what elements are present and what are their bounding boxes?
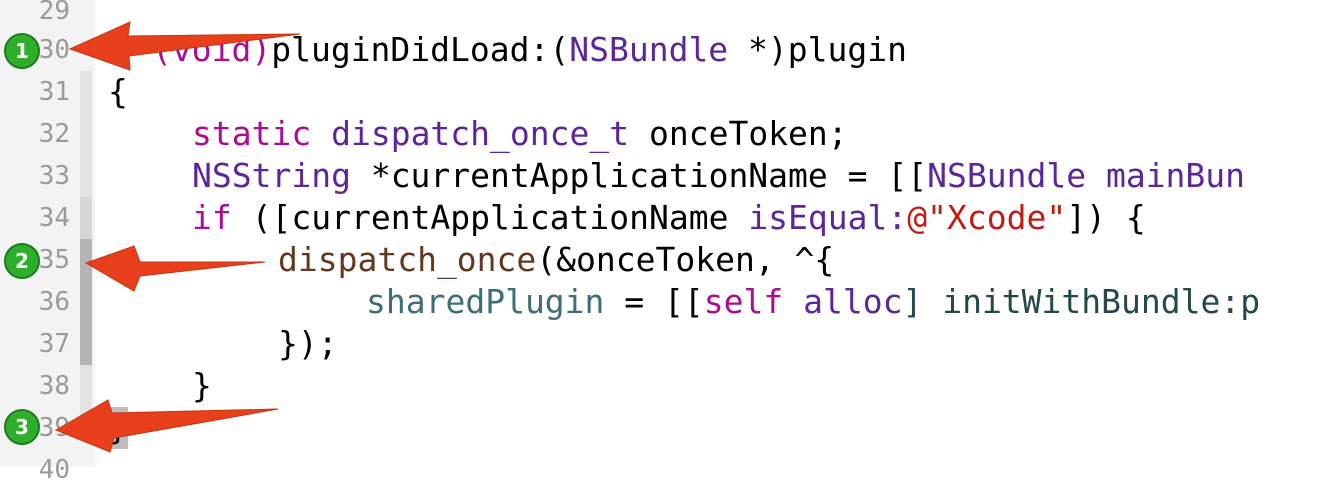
arrow-3-icon xyxy=(54,399,279,453)
annotation-arrows xyxy=(54,21,301,453)
arrow-1-icon xyxy=(68,21,301,71)
step-badge-1: 1 xyxy=(4,33,40,69)
arrow-2-icon xyxy=(84,245,266,292)
step-badge-3: 3 xyxy=(4,409,40,445)
step-badge-2: 2 xyxy=(4,243,40,279)
